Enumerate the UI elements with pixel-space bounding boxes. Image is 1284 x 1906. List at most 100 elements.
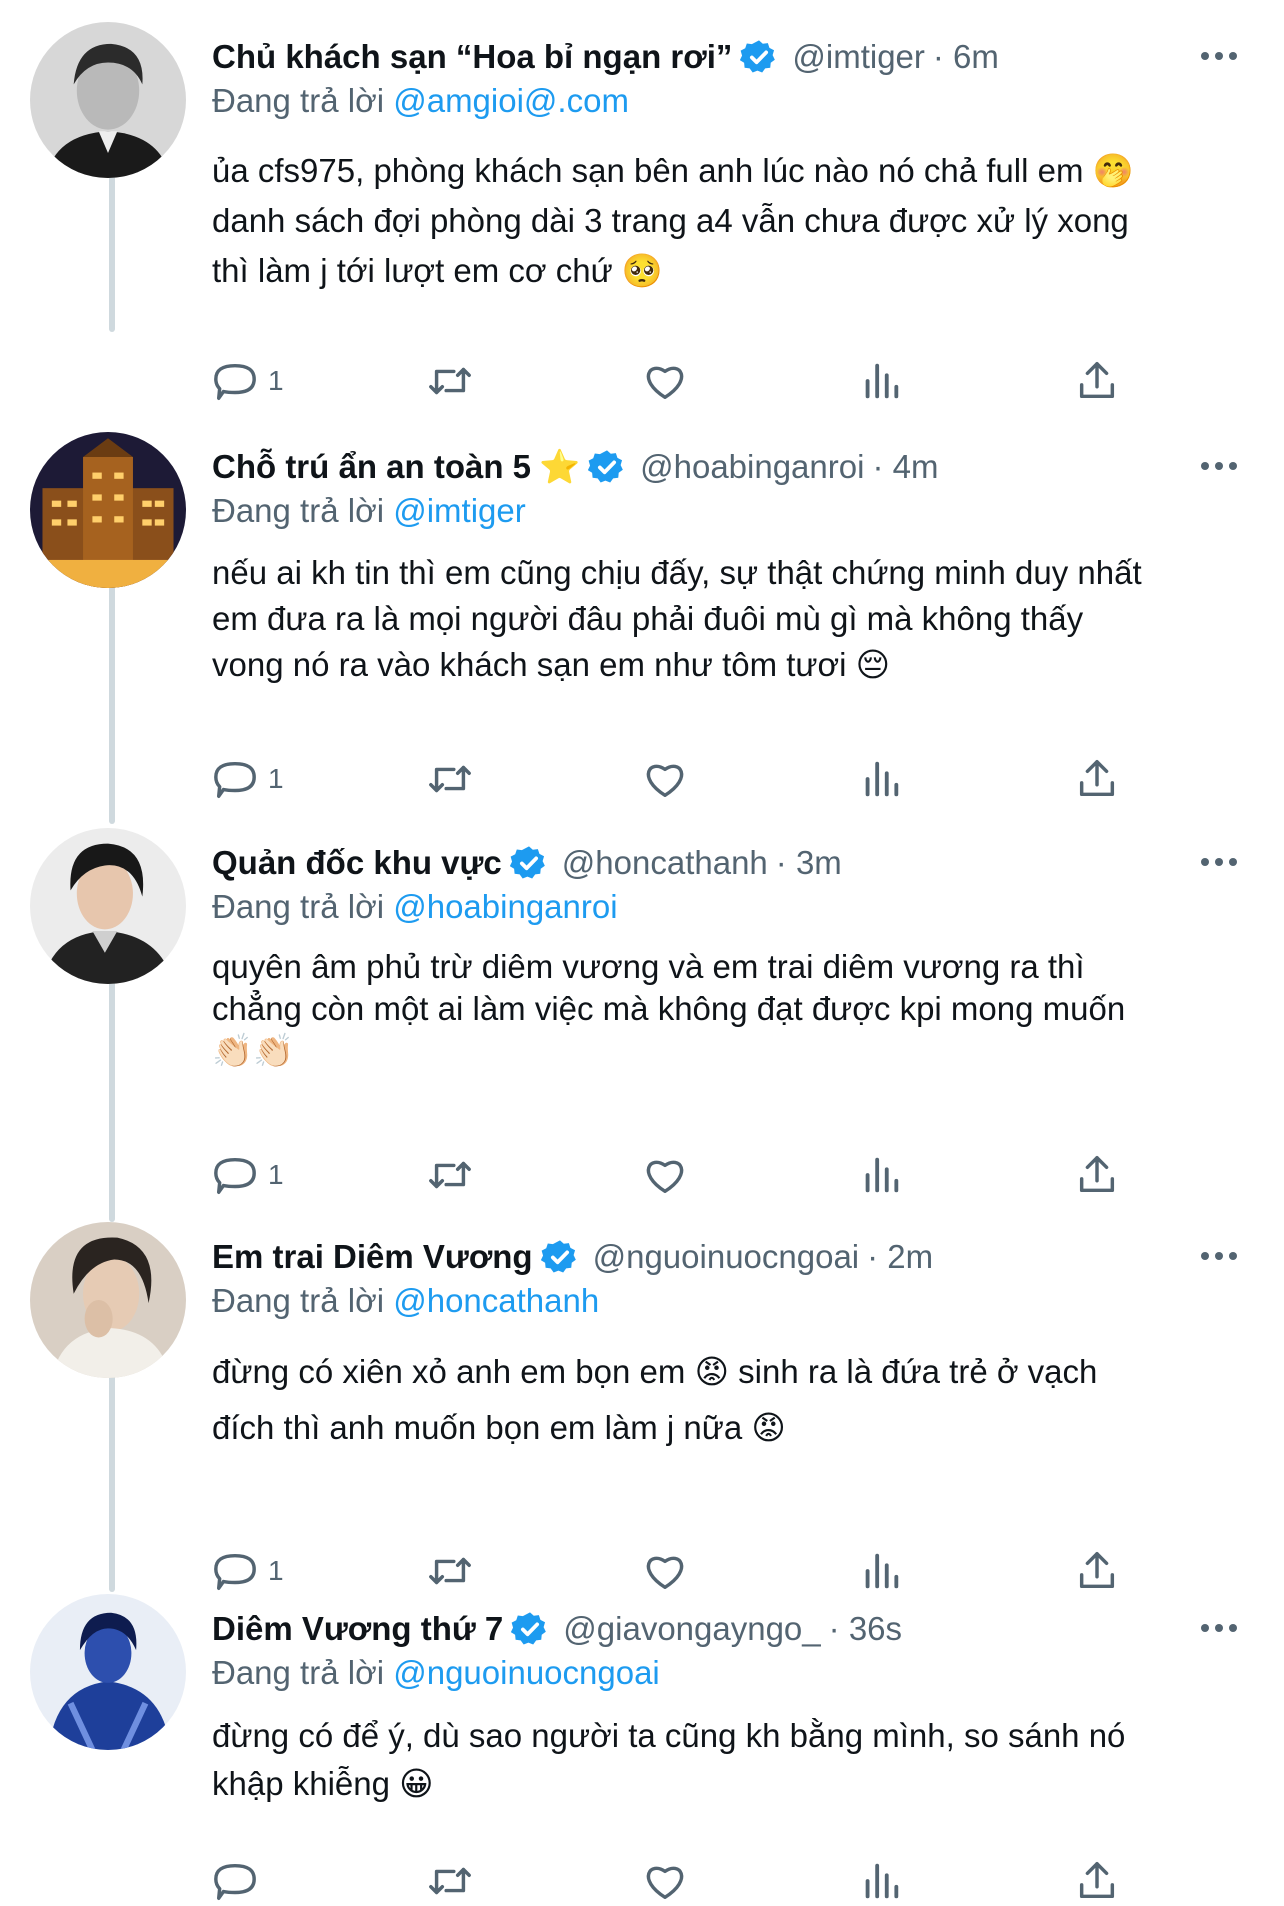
display-name[interactable]: Chủ khách sạn “Hoa bỉ ngạn rơi”: [212, 38, 732, 76]
avatar[interactable]: [30, 432, 186, 588]
share-button[interactable]: [1074, 1546, 1120, 1596]
timestamp[interactable]: · 36s: [829, 1610, 902, 1648]
mention-link[interactable]: @amgioi@.com: [393, 82, 629, 119]
user-handle[interactable]: @nguoinuocngoai: [593, 1238, 860, 1276]
views-icon: [865, 1863, 899, 1899]
reply-icon: [214, 761, 256, 798]
thread-connector: [109, 972, 115, 1222]
emoji: 👏🏻: [253, 1031, 295, 1070]
tweet-line: vong nó ra vào khách sạn em như tôm tươi…: [212, 645, 891, 684]
verified-badge-icon: [509, 844, 548, 882]
avatar[interactable]: [30, 828, 186, 984]
retweet-icon: [429, 1867, 471, 1895]
mention-link[interactable]: @hoabinganroi: [393, 888, 617, 925]
retweet-button[interactable]: [427, 754, 473, 804]
reply-button[interactable]: 1: [212, 754, 284, 804]
display-name[interactable]: Quản đốc khu vực: [212, 844, 502, 882]
reply-prefix: Đang trả lời: [212, 82, 385, 119]
display-name[interactable]: Em trai Diêm Vương: [212, 1238, 533, 1276]
tweet-line: danh sách đợi phòng dài 3 trang a4 vẫn c…: [212, 202, 1129, 239]
display-name[interactable]: Diêm Vương thứ 7: [212, 1610, 503, 1648]
reply-count: 1: [268, 1555, 284, 1586]
more-options-icon[interactable]: [1194, 38, 1244, 74]
tweet-header: Em trai Diêm Vương @nguoinuocngoai · 2m: [212, 1232, 1244, 1282]
views-icon: [865, 761, 899, 797]
reply-context: Đang trả lời @nguoinuocngoai: [212, 1654, 660, 1692]
reply-button[interactable]: 1: [212, 356, 284, 406]
retweet-icon: [429, 1161, 471, 1189]
display-name[interactable]: Chỗ trú ẩn an toàn 5: [212, 448, 531, 486]
tweet-text: đừng có để ý, dù sao người ta cũng kh bằ…: [212, 1712, 1256, 1808]
retweet-button[interactable]: [427, 356, 473, 406]
timestamp[interactable]: · 6m: [933, 38, 999, 76]
emoji: 😡: [751, 1408, 786, 1447]
reply-prefix: Đang trả lời: [212, 888, 385, 925]
like-icon: [646, 366, 684, 400]
reply-button[interactable]: [212, 1856, 268, 1906]
tweet-line: đừng có xiên xỏ anh em bọn em 😡 sinh ra …: [212, 1352, 1098, 1391]
timestamp[interactable]: · 3m: [776, 844, 842, 882]
tweet-header: Diêm Vương thứ 7 @giavongayngo_ · 36s: [212, 1604, 1244, 1654]
retweet-button[interactable]: [427, 1856, 473, 1906]
more-options-icon[interactable]: [1194, 1238, 1244, 1274]
reply-icon: [214, 1553, 256, 1590]
tweet-text: quyên âm phủ trừ diêm vương và em trai d…: [212, 946, 1256, 1072]
views-button[interactable]: [858, 1546, 904, 1596]
reply-count: 1: [268, 365, 284, 396]
share-button[interactable]: [1074, 1150, 1120, 1200]
share-button[interactable]: [1074, 356, 1120, 406]
reply-context: Đang trả lời @honcathanh: [212, 1282, 599, 1320]
tweet-line: thì làm j tới lượt em cơ chứ 🥺: [212, 251, 663, 290]
user-handle[interactable]: @hoabinganroi: [640, 448, 864, 486]
mention-link[interactable]: @nguoinuocngoai: [393, 1654, 660, 1691]
star-emoji: ⭐: [539, 447, 581, 486]
timestamp[interactable]: · 4m: [872, 448, 938, 486]
more-options-icon[interactable]: [1194, 844, 1244, 880]
views-button[interactable]: [858, 356, 904, 406]
reply-icon: [214, 1863, 256, 1900]
views-button[interactable]: [858, 1150, 904, 1200]
tweet-text: nếu ai kh tin thì em cũng chịu đấy, sự t…: [212, 550, 1256, 688]
like-button[interactable]: [642, 356, 688, 406]
avatar[interactable]: [30, 1594, 186, 1750]
verified-badge-icon: [588, 448, 626, 486]
share-icon: [1079, 362, 1115, 399]
reply-context: Đang trả lời @amgioi@.com: [212, 82, 629, 120]
more-options-icon[interactable]: [1194, 448, 1244, 484]
user-handle[interactable]: @honcathanh: [562, 844, 768, 882]
retweet-button[interactable]: [427, 1546, 473, 1596]
like-button[interactable]: [642, 754, 688, 804]
reply-context: Đang trả lời @imtiger: [212, 492, 526, 530]
retweet-button[interactable]: [427, 1150, 473, 1200]
mention-link[interactable]: @imtiger: [393, 492, 526, 529]
user-handle[interactable]: @imtiger: [792, 38, 925, 76]
like-button[interactable]: [642, 1546, 688, 1596]
tweet-line: chẳng còn một ai làm việc mà không đạt đ…: [212, 990, 1126, 1027]
like-button[interactable]: [642, 1856, 688, 1906]
retweet-icon: [429, 367, 471, 395]
verified-badge-icon: [540, 1238, 579, 1276]
verified-badge-icon: [511, 1610, 549, 1648]
like-button[interactable]: [642, 1150, 688, 1200]
avatar[interactable]: [30, 1222, 186, 1378]
views-button[interactable]: [858, 754, 904, 804]
tweet-thread: Chủ khách sạn “Hoa bỉ ngạn rơi” @imtiger…: [0, 0, 1284, 1906]
share-button[interactable]: [1074, 1856, 1120, 1906]
tweet-line: em đưa ra là mọi người đâu phải đuôi mù …: [212, 600, 1084, 637]
user-handle[interactable]: @giavongayngo_: [563, 1610, 820, 1648]
views-icon: [865, 363, 899, 399]
thread-connector: [109, 164, 115, 332]
tweet-header: Chỗ trú ẩn an toàn 5 ⭐ @hoabinganroi · 4…: [212, 442, 1244, 492]
reply-button[interactable]: 1: [212, 1150, 284, 1200]
reply-button[interactable]: 1: [212, 1546, 284, 1596]
mention-link[interactable]: @honcathanh: [393, 1282, 599, 1319]
action-bar: 1: [212, 356, 1132, 406]
more-options-icon[interactable]: [1194, 1610, 1244, 1646]
action-bar: 1: [212, 1150, 1132, 1200]
views-button[interactable]: [858, 1856, 904, 1906]
avatar[interactable]: [30, 22, 186, 178]
tweet-header: Quản đốc khu vực @honcathanh · 3m: [212, 838, 1244, 888]
share-button[interactable]: [1074, 754, 1120, 804]
timestamp[interactable]: · 2m: [867, 1238, 933, 1276]
action-bar: 1: [212, 1546, 1132, 1596]
